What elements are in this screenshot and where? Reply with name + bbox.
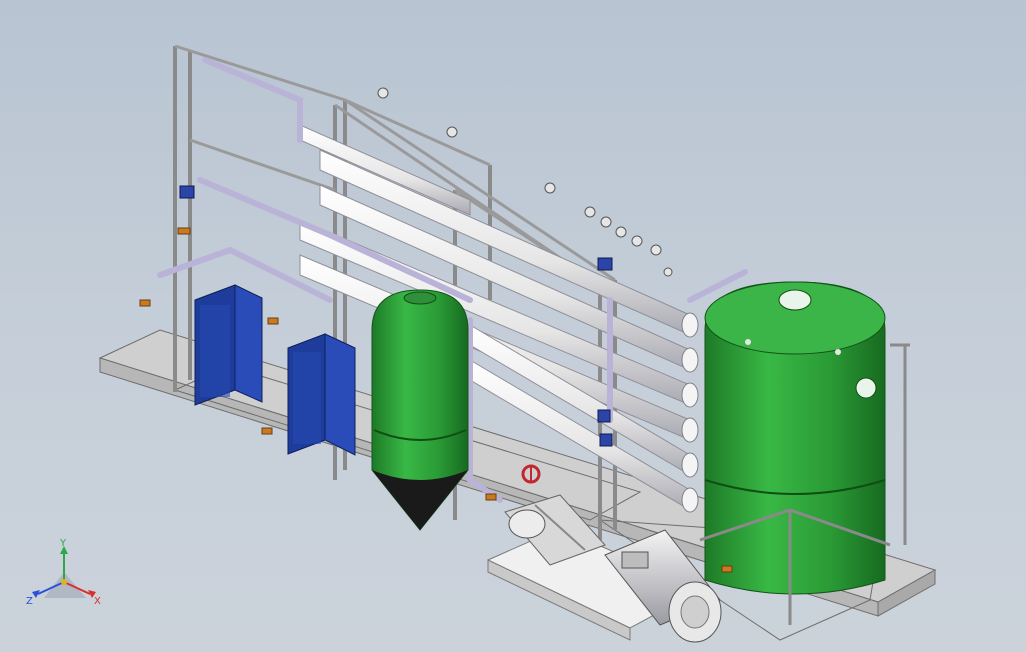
view-orientation-triad[interactable]: Y X Z <box>24 538 108 612</box>
x-axis-label: X <box>94 596 101 607</box>
ro-skid-model[interactable] <box>0 0 1026 652</box>
plate-heat-exchanger-1[interactable] <box>194 284 263 406</box>
frame-rails[interactable] <box>174 44 616 287</box>
storage-tank[interactable] <box>704 281 886 595</box>
z-axis-label: Z <box>26 596 33 607</box>
triad-origin <box>61 579 67 585</box>
model-viewport[interactable]: Y X Z <box>0 0 1026 652</box>
plate-heat-exchanger-2[interactable] <box>287 333 356 456</box>
vessel-end-caps[interactable] <box>681 312 699 513</box>
y-axis-label: Y <box>59 538 67 549</box>
